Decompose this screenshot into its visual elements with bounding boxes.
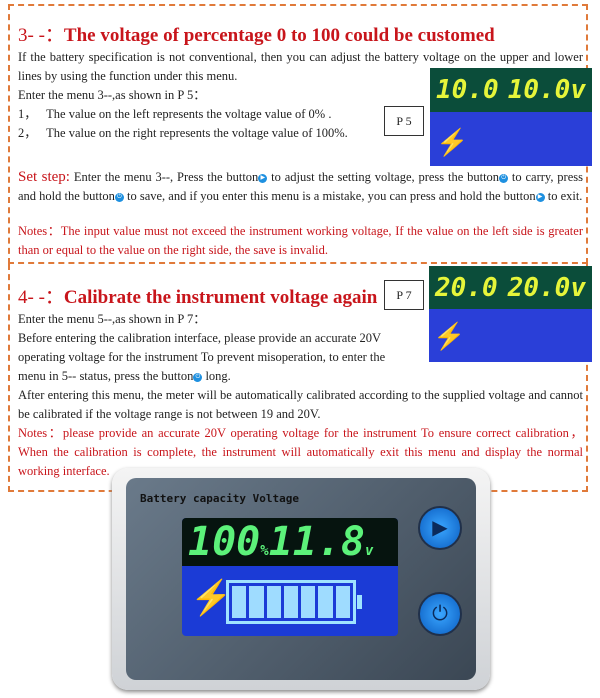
p5-label: P 5 [384, 106, 424, 136]
battery-level-bar [226, 580, 362, 624]
power-button[interactable]: ⏻ [418, 592, 462, 636]
power-button-icon: ⏻ [114, 192, 124, 202]
play-button[interactable]: ▶ [418, 506, 462, 550]
section-4-before: Before entering the calibration interfac… [18, 331, 386, 383]
p5-lcd-image: 10.0 10.0v ⚡ [430, 68, 592, 166]
section-3-heading: 3- -：The voltage of percentage 0 to 100 … [18, 25, 495, 46]
section-4-enter: Enter the menu 5--,as shown in P 7： [18, 312, 206, 326]
lcd-readout: 100%11.8v [182, 518, 398, 566]
set-step-text: Set step: Enter the menu 3--, Press the … [18, 169, 583, 203]
play-button-icon: ▶ [535, 192, 545, 202]
battery-meter-device: Battery capacity Voltage 100%11.8v ⚡ ▶ ⏻ [112, 468, 490, 690]
play-button-icon: ▶ [258, 173, 268, 183]
p7-lcd-image: 20.0 20.0v ⚡ [429, 266, 592, 362]
section-3-enter: Enter the menu 3--,as shown in P 5： [18, 88, 206, 102]
p7-label: P 7 [384, 280, 424, 310]
device-label: Battery capacity Voltage [140, 492, 299, 505]
power-button-icon: ⏻ [499, 173, 509, 183]
section-4-heading: 4- -：Calibrate the instrument voltage ag… [18, 287, 378, 308]
power-button-icon: ⏻ [193, 372, 203, 382]
section-4-after: After entering this menu, the meter will… [18, 388, 583, 421]
list-item: 1， The value on the left represents the … [18, 107, 332, 121]
list-item: 2， The value on the right represents the… [18, 126, 348, 140]
lightning-icon: ⚡ [433, 322, 466, 351]
device-panel: Battery capacity Voltage 100%11.8v ⚡ ▶ ⏻ [126, 478, 476, 680]
device-lcd: 100%11.8v ⚡ [182, 518, 398, 636]
lightning-icon: ⚡ [436, 128, 469, 157]
section-3-notes: Notes：The input value must not exceed th… [18, 224, 583, 257]
